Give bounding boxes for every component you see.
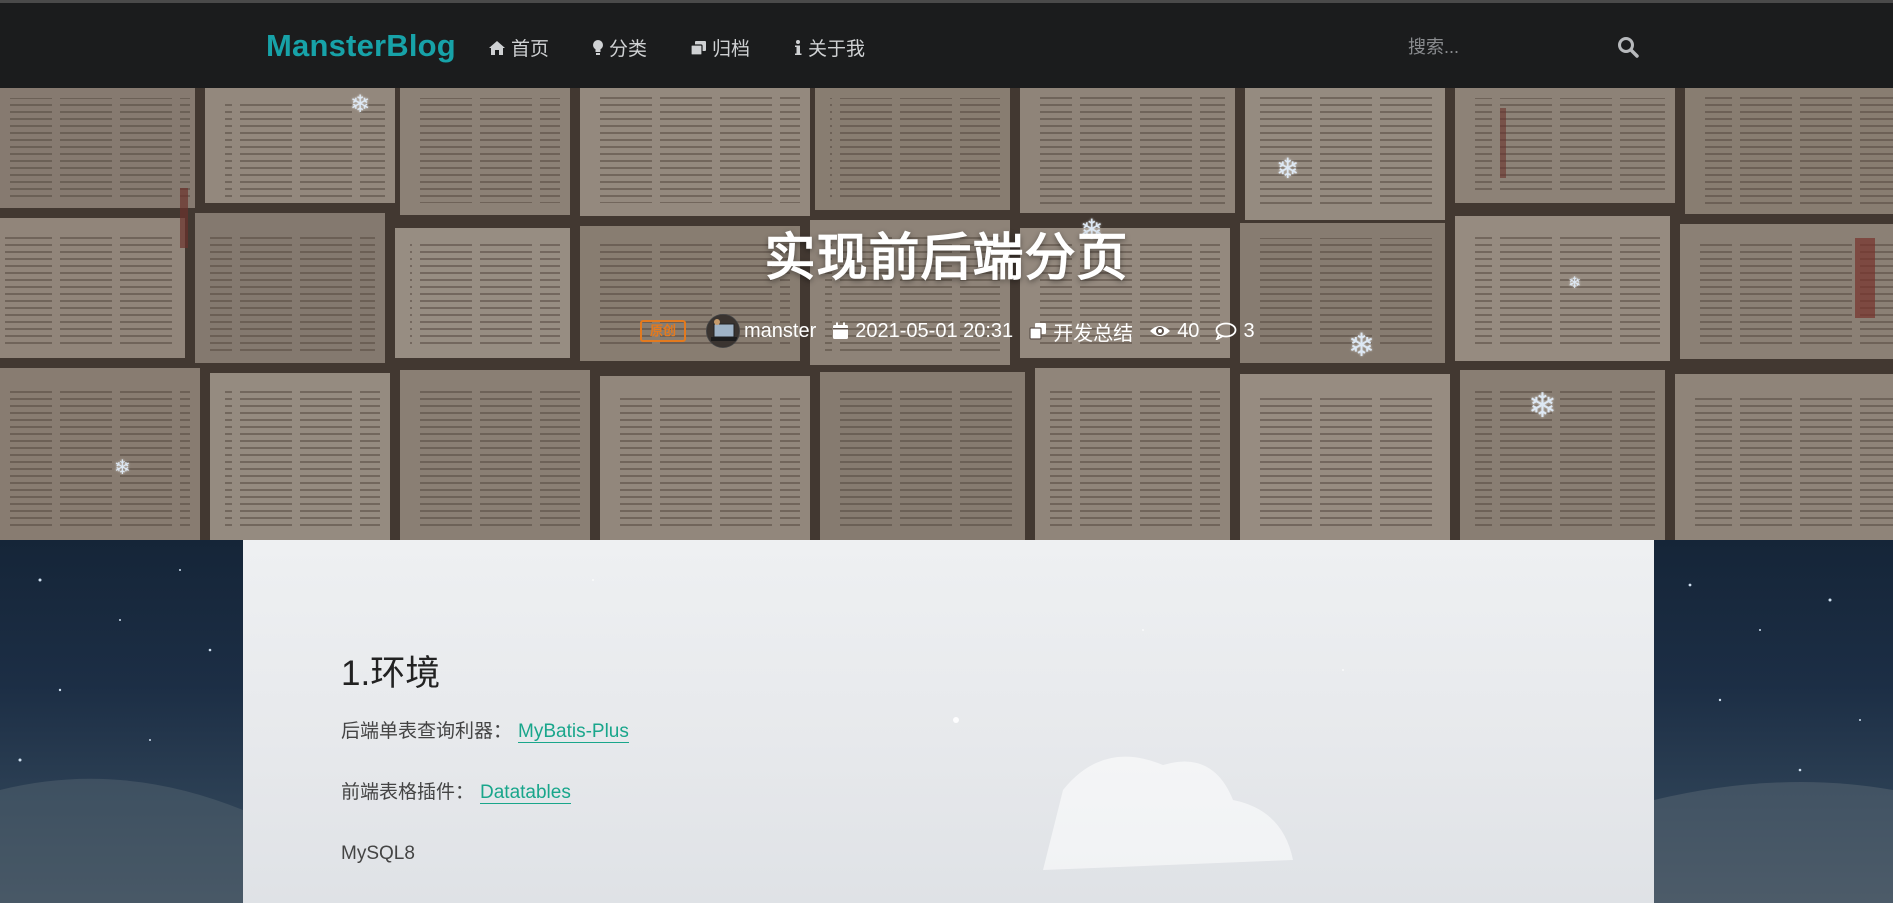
lightbulb-icon — [593, 40, 604, 55]
article-body: 1.环境 后端单表查询利器： MyBatis-Plus 前端表格插件： Datata… — [341, 645, 1541, 903]
author-name[interactable]: manster — [744, 320, 816, 343]
author-name-text: manster — [744, 319, 817, 342]
search-icon[interactable] — [1616, 35, 1642, 61]
nav-menu: 首页 分类 归档 关于我 — [488, 34, 908, 61]
author-avatar[interactable] — [706, 314, 741, 348]
datatables-link[interactable]: Datatables — [480, 782, 571, 804]
post-category-text: 开发总结 — [1053, 322, 1134, 345]
post-date: 2021-05-01 20:31 — [832, 320, 1013, 343]
section-heading: 1.环境 — [341, 654, 441, 693]
paragraph-text: MySQL8 — [341, 843, 415, 864]
post-category[interactable]: 开发总结 — [1029, 317, 1133, 346]
paragraph: 前端表格插件： Datatables — [341, 781, 1541, 805]
nav-item-label: 分类 — [609, 39, 648, 60]
post-header-banner: ❄ ❄ ❄ ❄ ❄ ❄ ❄ ❄ 实现前后端分页 原创 manster — [0, 88, 1893, 540]
nav-item-about[interactable]: 关于我 — [793, 34, 865, 61]
top-navbar: MansterBlog 首页 分类 归档 关于我 搜索... — [0, 0, 1893, 88]
paragraph: 后端单表查询利器： MyBatis-Plus — [341, 720, 1541, 744]
search-box — [1396, 25, 1646, 69]
info-icon — [795, 40, 802, 55]
post-views-count: 40 — [1177, 319, 1200, 342]
post-meta: 原创 manster 2021-05-01 20:31 开发总结 40 3 — [640, 313, 1271, 349]
brand-logo[interactable]: MansterBlog — [266, 28, 456, 64]
page: MansterBlog 首页 分类 归档 关于我 搜索... ❄ ❄ ❄ ❄ ❄… — [0, 0, 1893, 903]
home-icon — [489, 40, 505, 55]
post-views: 40 — [1149, 320, 1199, 343]
nav-item-home[interactable]: 首页 — [488, 34, 549, 61]
nav-item-category[interactable]: 分类 — [592, 34, 647, 61]
eye-icon — [1150, 326, 1171, 336]
nav-item-label: 关于我 — [808, 39, 866, 60]
post-date-text: 2021-05-01 20:31 — [855, 319, 1014, 342]
paragraph-text: 后端单表查询利器： — [341, 721, 513, 742]
nav-item-label: 首页 — [511, 39, 550, 60]
original-tag-badge: 原创 — [640, 320, 687, 342]
paragraph: MySQL8 — [341, 842, 1541, 866]
paragraph-text: 前端表格插件： — [341, 782, 475, 803]
mybatis-plus-link[interactable]: MyBatis-Plus — [518, 721, 629, 743]
post-comments-count: 3 — [1243, 319, 1255, 342]
calendar-icon — [833, 322, 849, 339]
post-title: 实现前后端分页 — [764, 229, 1129, 286]
search-input[interactable] — [1396, 27, 1596, 67]
comment-icon — [1216, 322, 1237, 340]
clone-icon — [1029, 323, 1047, 340]
clone-icon — [690, 40, 707, 56]
post-comments[interactable]: 3 — [1215, 319, 1255, 343]
nav-item-label: 归档 — [712, 39, 751, 60]
article-content-card: 1.环境 后端单表查询利器： MyBatis-Plus 前端表格插件： Datata… — [243, 540, 1654, 903]
nav-item-archive[interactable]: 归档 — [690, 34, 750, 61]
